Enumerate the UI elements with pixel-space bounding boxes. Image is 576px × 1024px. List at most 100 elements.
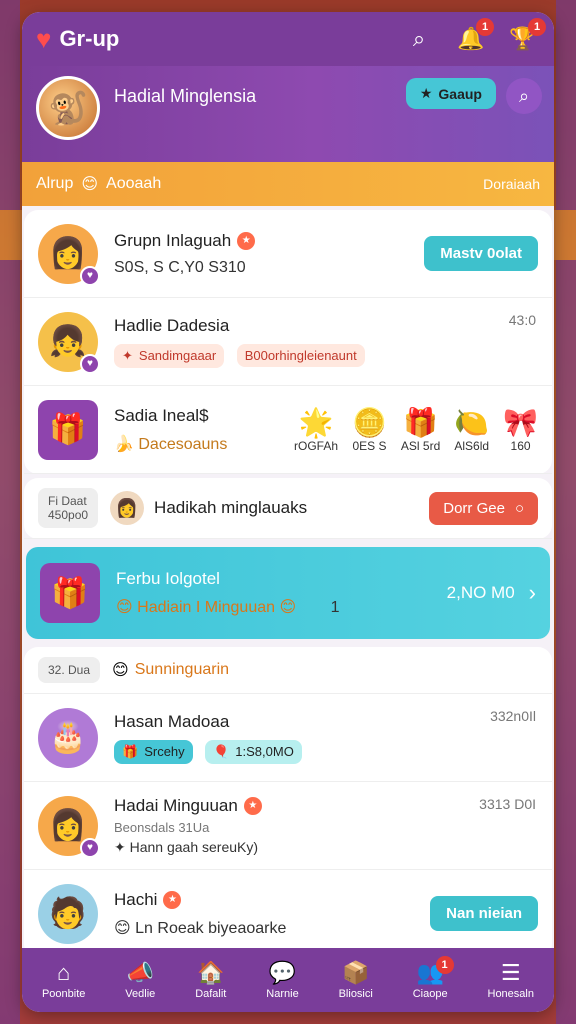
row-name: Hadai Minguuan: [114, 795, 238, 815]
gift-label: AlS6ld: [454, 439, 490, 453]
emoji-icon: 😊: [279, 599, 297, 616]
group-title: Sunninguarin: [134, 661, 230, 678]
group-button[interactable]: ★ Gaaup: [405, 78, 496, 109]
list-item[interactable]: 👩 ♥ Grupn Inlaguah ★ S0S, S C,Y0 S310 Mas…: [24, 210, 552, 298]
nav-item-box[interactable]: 📦 Bliosici: [339, 960, 373, 1000]
row-name: Hadlie Dadesia: [114, 315, 230, 335]
row-action-button[interactable]: Mastv 0olat: [424, 236, 538, 271]
strip-left-label: Alrup: [36, 175, 74, 192]
card-group-2: 32. Dua 😊 Sunninguarin 🎂 Hasan Madoaa 🎁 S…: [24, 647, 552, 958]
avatar: 👩 ♥: [38, 223, 100, 286]
nav-item-user[interactable]: 👥 1 Ciaope: [412, 956, 454, 1000]
banana-icon: 🍌: [114, 435, 134, 453]
tag-pill-label: Srcehy: [144, 744, 185, 759]
gift-box-icon: 🎁: [40, 563, 100, 623]
gift-item[interactable]: 🍋 AlS6ld: [454, 406, 489, 453]
gift-item[interactable]: 🌟 rOGFAh: [294, 406, 338, 453]
highlight-row[interactable]: 🎁 Ferbu Iolgotel 😊 Hadiain I Minguuan 😊 …: [26, 547, 550, 639]
gift-icon: 🎁: [122, 743, 139, 759]
notification-badge: 1: [476, 18, 494, 36]
tag-pill[interactable]: 🎁 Srcehy: [114, 739, 193, 764]
row-time: 332n0Il: [490, 708, 536, 724]
group-avatar[interactable]: 🐒: [36, 76, 100, 140]
tag-pill[interactable]: ✦ Sandimgaaar: [114, 343, 225, 368]
row-subtitle: Dacesoauns: [138, 435, 228, 453]
sparkle-icon: ✦: [114, 838, 126, 855]
row-time: 43:0: [508, 312, 536, 328]
chat-icon: 💬: [268, 960, 297, 985]
nav-label: Narnie: [266, 988, 299, 1000]
section-tag-line: Fi Daat: [48, 494, 87, 508]
tag-pill[interactable]: 🎈 1:S8,0MO: [205, 739, 302, 764]
smile-icon: 😊: [81, 176, 99, 193]
gift-label: 160: [510, 439, 531, 453]
nav-label: Poonbite: [41, 988, 86, 1000]
list-item[interactable]: 👩 ♥ Hadai Minguuan ★ Beonsdals 31Ua ✦ Han…: [24, 782, 552, 870]
fire-icon: ★: [243, 796, 262, 815]
tag-pill-label: Sandimgaaar: [138, 348, 217, 363]
app-window: ♥ Gr-up ⌕ 🔔 1 🏆 1 🐒 Hadial Minglensia ★ …: [22, 12, 554, 1012]
list-item[interactable]: 🧑 Hachi ★ 😊 Ln Roeak biyeaoarke Nan niei…: [24, 870, 552, 958]
highlight-value: 2,NO M0: [446, 583, 515, 602]
gift-label: 0ES S: [352, 439, 387, 453]
avatar: 👩: [110, 491, 145, 525]
row-subtitle: S0S, S C,Y0 S310: [114, 258, 246, 276]
row-line: Hann gaah sereuKy): [129, 838, 259, 855]
row-prefix: Ln: [135, 919, 153, 937]
group-header: 32. Dua 😊 Sunninguarin: [24, 647, 552, 694]
section-row[interactable]: Fi Daat 450po0 👩 Hadikah minglauaks Dorr…: [24, 478, 552, 539]
nav-badge: 1: [435, 956, 454, 974]
avatar: 🧑: [38, 883, 98, 944]
nav-item-chat[interactable]: 💬 Narnie: [266, 960, 298, 1000]
strip-right-label[interactable]: Doraiaah: [483, 176, 540, 192]
section-tag: Fi Daat 450po0: [38, 488, 99, 528]
sparkle-icon: ✦: [122, 347, 133, 363]
avatar-status-icon: ♥: [80, 353, 100, 374]
hero-name: Hadial Minglensia: [114, 86, 257, 106]
list-item[interactable]: 👧 ♥ Hadlie Dadesia ✦ Sandimgaaar B00orhing…: [24, 298, 552, 386]
emoji-icon: 😊: [116, 599, 133, 616]
hero-search-icon[interactable]: ⌕: [506, 78, 542, 114]
app-bar: ♥ Gr-up ⌕ 🔔 1 🏆 1: [22, 12, 554, 66]
gift-strip: 🌟 rOGFAh 🪙 0ES S 🎁 ASl 5rd 🍋 AlS6ld 🎀 160: [294, 406, 538, 453]
list-item[interactable]: 🎂 Hasan Madoaa 🎁 Srcehy 🎈 1:S8,0MO 332n0Il: [24, 694, 552, 782]
balloon-icon: 🎈: [213, 743, 230, 759]
star-icon: ★: [419, 85, 433, 101]
highlight-title: Ferbu Iolgotel: [116, 569, 220, 588]
nav-label: Vedlie: [125, 988, 156, 1000]
nav-item-shop[interactable]: 🏠 Dafalit: [195, 960, 226, 1000]
avatar: 🎂: [38, 707, 98, 768]
hero-banner: 🐒 Hadial Minglensia ★ Gaaup ⌕: [22, 66, 554, 162]
fire-icon: ★: [237, 231, 256, 250]
gift-item[interactable]: 🎁 ASl 5rd: [401, 406, 440, 453]
megaphone-icon: 📣: [126, 960, 154, 985]
avatar: 👩 ♥: [38, 795, 100, 858]
chevron-right-icon[interactable]: ›: [529, 580, 536, 606]
emoji-icon: 😊: [112, 662, 129, 679]
highlight-pin: 1: [330, 599, 340, 616]
gift-item[interactable]: 🎀 160: [503, 406, 538, 453]
card-group-1: 👩 ♥ Grupn Inlaguah ★ S0S, S C,Y0 S310 Mas…: [24, 210, 552, 474]
gift-item[interactable]: 🪙 0ES S: [352, 406, 387, 453]
box-icon: 📦: [342, 960, 370, 985]
nav-item-home[interactable]: ⌂ Poonbite: [42, 960, 85, 1000]
nav-item-megaphone[interactable]: 📣 Vedlie: [125, 960, 155, 1000]
strip-left-secondary: Aooaah: [106, 175, 162, 192]
section-action-button[interactable]: Dorr Gee ○: [429, 491, 538, 525]
heart-logo-icon: ♥: [36, 23, 52, 54]
menu-icon: ☰: [500, 960, 521, 985]
search-icon[interactable]: ⌕: [402, 22, 436, 56]
trophy-icon[interactable]: 🏆 1: [506, 18, 546, 56]
coin-icon: 🪙: [352, 407, 387, 438]
lemon-icon: 🍋: [454, 407, 490, 438]
nav-item-menu[interactable]: ☰ Honesaln: [488, 960, 534, 1000]
notification-icon[interactable]: 🔔 1: [454, 18, 494, 56]
row-action-button[interactable]: Nan nieian: [430, 896, 538, 931]
row-name: Grupn Inlaguah: [114, 230, 232, 250]
list-item[interactable]: 🎁 Sadia Ineal$ 🍌 Dacesoauns 🌟 rOGFAh 🪙 0ES…: [24, 386, 552, 474]
gift-icon: 🎁: [403, 407, 438, 438]
tag-pill[interactable]: B00orhingleienaunt: [236, 343, 365, 367]
row-time: 3313 D0I: [479, 796, 536, 812]
gift-box-icon: 🎁: [38, 399, 98, 460]
nav-label: Ciaope: [412, 988, 448, 1000]
